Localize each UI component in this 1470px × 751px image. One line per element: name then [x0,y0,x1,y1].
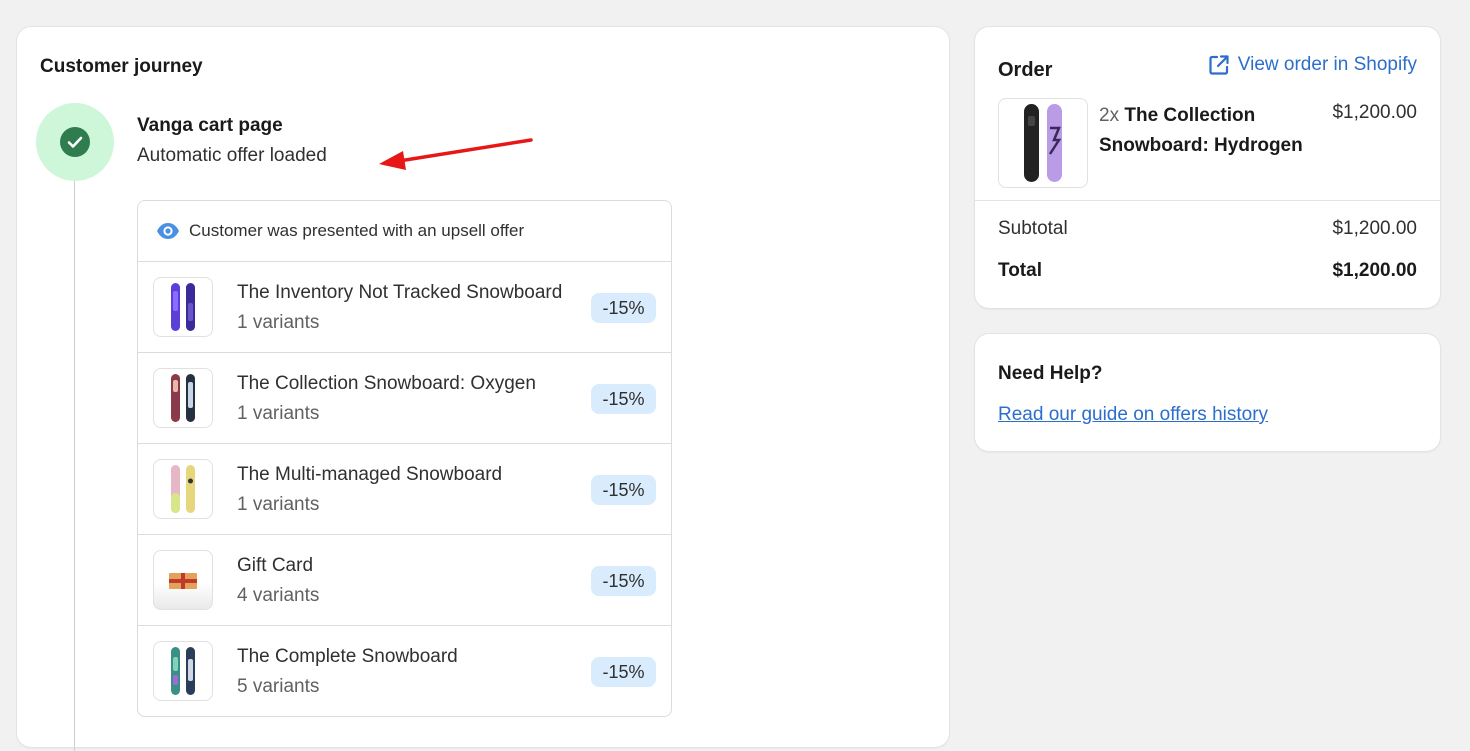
discount-badge: -15% [591,566,656,596]
product-thumbnail [153,277,213,337]
order-item-qty: 2x [1099,105,1120,126]
external-link-icon [1208,54,1230,76]
timeline-line [74,181,75,751]
journey-title: Customer journey [40,56,203,77]
product-thumbnail [153,550,213,610]
eye-icon [156,222,180,240]
offer-header: Customer was presented with an upsell of… [138,201,671,262]
offer-item-variants: 5 variants [237,676,320,697]
discount-badge: -15% [591,293,656,323]
offer-item-variants: 1 variants [237,403,320,424]
offer-item-variants: 1 variants [237,312,320,333]
offer-item[interactable]: The Multi-managed Snowboard 1 variants -… [138,444,671,535]
subtotal-value: $1,200.00 [1332,218,1417,239]
offer-item-variants: 1 variants [237,494,320,515]
help-title: Need Help? [998,363,1103,384]
product-thumbnail [153,641,213,701]
divider [975,200,1440,201]
check-icon [60,127,90,157]
total-value: $1,200.00 [1332,260,1417,281]
discount-badge: -15% [591,475,656,505]
offer-item[interactable]: The Collection Snowboard: Oxygen 1 varia… [138,353,671,444]
help-card: Need Help? Read our guide on offers hist… [975,334,1440,451]
step-status-circle [36,103,114,181]
offer-item[interactable]: The Complete Snowboard 5 variants -15% [138,626,671,716]
offer-item-name: The Inventory Not Tracked Snowboard [237,282,563,303]
order-item-thumbnail [998,98,1088,188]
product-thumbnail [153,368,213,428]
order-item-price: $1,200.00 [1332,102,1417,123]
offer-item-name: The Collection Snowboard: Oxygen [237,373,536,394]
view-order-link-text: View order in Shopify [1237,54,1417,75]
order-title: Order [998,59,1053,81]
offer-item-name: The Multi-managed Snowboard [237,464,503,485]
offer-item[interactable]: Gift Card 4 variants -15% [138,535,671,626]
upsell-offer-box: Customer was presented with an upsell of… [137,200,672,717]
customer-journey-card: Customer journey Vanga cart page Automat… [17,27,949,751]
step-title: Vanga cart page [137,115,283,136]
offers-history-guide-link[interactable]: Read our guide on offers history [998,404,1268,426]
offer-item-name: Gift Card [237,555,314,576]
discount-badge: -15% [591,657,656,687]
order-card: Order View order in Shopify 2x The Colle… [975,27,1440,308]
annotation-arrow [379,138,533,170]
product-thumbnail [153,459,213,519]
offer-item-name: The Complete Snowboard [237,646,458,667]
view-order-in-shopify-link[interactable]: View order in Shopify [1208,54,1417,76]
order-item: 2x The Collection Snowboard: Hydrogen [1099,101,1319,161]
step-subtitle: Automatic offer loaded [137,145,327,166]
discount-badge: -15% [591,384,656,414]
offer-header-text: Customer was presented with an upsell of… [189,221,525,240]
total-label: Total [998,260,1042,281]
offer-item[interactable]: The Inventory Not Tracked Snowboard 1 va… [138,262,671,353]
offer-item-variants: 4 variants [237,585,320,606]
subtotal-label: Subtotal [998,218,1068,239]
order-item-name: The Collection Snowboard: Hydrogen [1099,105,1303,156]
